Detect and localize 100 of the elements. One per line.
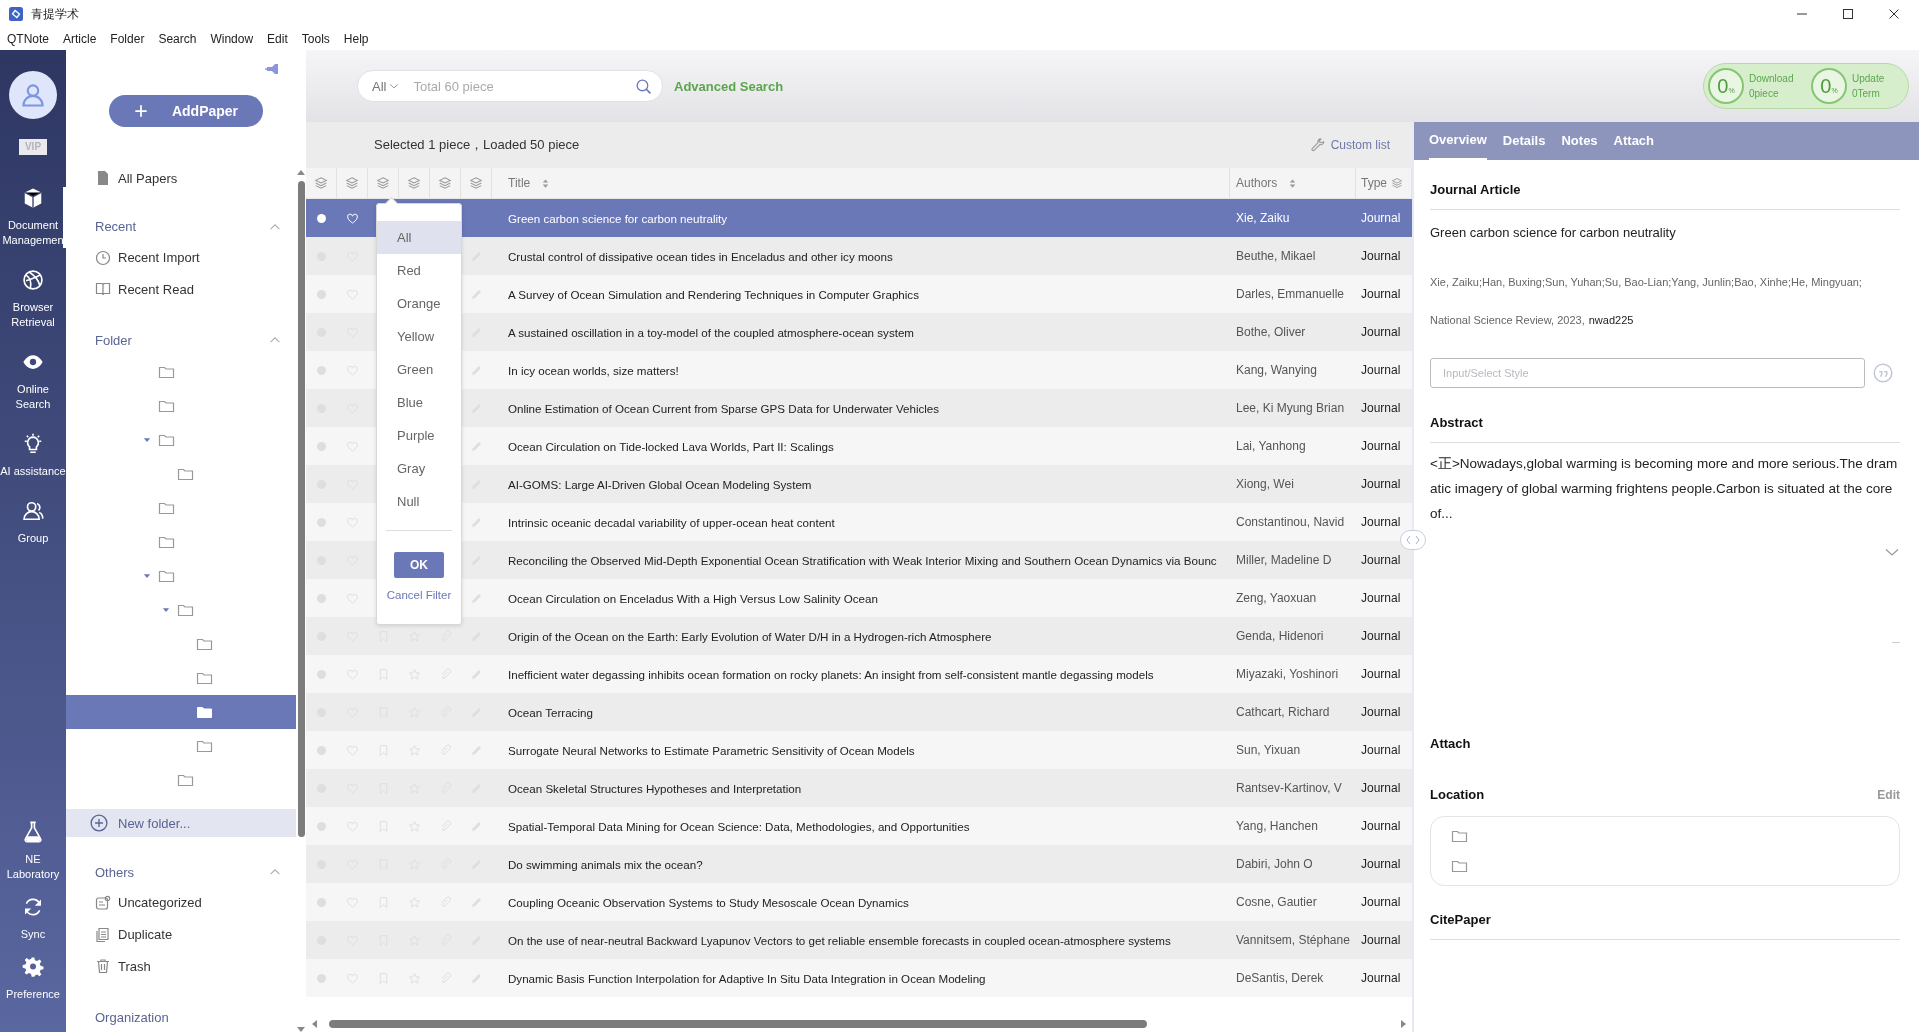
column-header[interactable]: Authors (1230, 168, 1356, 198)
dot-icon[interactable] (315, 895, 328, 909)
folder-icon[interactable] (1451, 828, 1468, 844)
sidebar-item[interactable]: Recent Read (66, 273, 296, 306)
filter-option[interactable]: Blue (377, 386, 461, 419)
pencil-icon[interactable] (470, 439, 483, 453)
menu-item[interactable]: QTNote (7, 32, 49, 46)
nav-item[interactable]: Browser Retrieval (0, 269, 66, 330)
dot-icon[interactable] (315, 743, 328, 757)
cancel-filter-link[interactable]: Cancel Filter (386, 589, 452, 601)
title-cell[interactable]: Ocean Circulation on Enceladus With a High Versus Low Salinity Ocean (492, 579, 1230, 617)
title-cell[interactable]: Ocean Skeletal Structures Hypotheses and Interpretation (492, 769, 1230, 807)
title-cell[interactable]: AI-GOMS: Large AI-Driven Global Ocean Modeling System (492, 465, 1230, 503)
pencil-icon[interactable] (470, 895, 483, 909)
title-cell[interactable]: Do swimming animals mix the ocean? (492, 845, 1230, 883)
nav-item[interactable]: Online Search (0, 351, 66, 412)
title-cell[interactable]: Intrinsic oceanic decadal variability of upper-ocean heat content (492, 503, 1230, 541)
sidebar-item[interactable]: Recent Import (66, 241, 296, 274)
dot-icon[interactable] (315, 971, 328, 985)
menu-item[interactable]: Search (158, 32, 197, 46)
pencil-icon[interactable] (470, 287, 483, 301)
menu-item[interactable]: Window (210, 32, 254, 46)
dot-icon[interactable] (315, 439, 328, 453)
menu-item[interactable]: Folder (110, 32, 145, 46)
title-cell[interactable]: A Survey of Ocean Simulation and Rendering Techniques in Computer Graphics (492, 275, 1230, 313)
filter-dropdown[interactable]: All (372, 78, 400, 94)
filter-option[interactable]: Gray (377, 452, 461, 485)
custom-list-button[interactable]: Custom list (1310, 137, 1390, 153)
new-folder-button[interactable]: New folder... (66, 809, 296, 838)
pencil-icon[interactable] (470, 667, 483, 681)
ok-button[interactable]: OK (394, 552, 444, 578)
scroll-right-arrow[interactable] (1401, 1020, 1406, 1028)
pencil-icon[interactable] (470, 515, 483, 529)
menu-item[interactable]: Edit (267, 32, 288, 46)
title-cell[interactable]: Origin of the Ocean on the Earth: Early Evolution of Water D/H in a Hydrogen-rich Atmosphere (492, 617, 1230, 655)
search-field[interactable]: All Total 60 piece (357, 70, 663, 102)
title-cell[interactable]: Surrogate Neural Networks to Estimate Parametric Sensitivity of Ocean Models (492, 731, 1230, 769)
add-paper-button[interactable]: AddPaper (109, 95, 263, 128)
filter-option[interactable]: Purple (377, 419, 461, 452)
title-cell[interactable]: Spatial-Temporal Data Mining for Ocean Science: Data, Methodologies, and Opportunities (492, 807, 1230, 845)
filter-option[interactable]: Green (377, 353, 461, 386)
pencil-icon[interactable] (470, 743, 483, 757)
section-header[interactable]: Recent (66, 211, 296, 242)
nav-item[interactable]: NE Laboratory (0, 821, 66, 882)
pencil-icon[interactable] (470, 363, 483, 377)
scroll-left-arrow[interactable] (312, 1020, 317, 1028)
quote-icon[interactable] (1873, 363, 1893, 383)
pencil-icon[interactable] (470, 591, 483, 605)
title-cell[interactable]: Crustal control of dissipative ocean tides in Enceladus and other icy moons (492, 237, 1230, 275)
title-cell[interactable]: A sustained oscillation in a toy-model of the coupled atmosphere-ocean system (492, 313, 1230, 351)
style-field[interactable]: Input/Select Style (1430, 358, 1865, 388)
filter-option[interactable]: Null (377, 485, 461, 518)
title-cell[interactable]: Ocean Circulation on Tide-locked Lava Worlds, Part II: Scalings (492, 427, 1230, 465)
filter-option[interactable]: Orange (377, 287, 461, 320)
title-cell[interactable]: Dynamic Basis Function Interpolation for Adaptive In Situ Data Integration in Ocean Modeling (492, 959, 1230, 997)
dot-icon[interactable] (315, 591, 328, 605)
section-header[interactable]: Others (66, 857, 296, 887)
filter-option[interactable]: Yellow (377, 320, 461, 353)
folder-item[interactable] (66, 695, 296, 730)
nav-item[interactable]: Sync (0, 896, 66, 942)
section-header[interactable]: Organization (66, 1002, 296, 1032)
title-cell[interactable]: Reconciling the Observed Mid-Depth Exponential Ocean Stratification with Weak Interior Mixing and Southern Ocean Dynamics via Bounc (492, 541, 1230, 579)
title-cell[interactable]: Inefficient water degassing inhibits ocean formation on rocky planets: An insight from self-consistent mantle degassing models (492, 655, 1230, 693)
pencil-icon[interactable] (470, 819, 483, 833)
author-cell-text: Zeng, Yaoxuan (1235, 590, 1318, 607)
nav-item[interactable]: Preference (0, 956, 66, 1002)
scrollbar-thumb[interactable] (329, 1020, 1147, 1028)
folder-icon[interactable] (1451, 858, 1468, 874)
title-cell[interactable]: Coupling Oceanic Observation Systems to Study Mesoscale Ocean Dynamics (492, 883, 1230, 921)
nav-item[interactable]: AI assistance (0, 433, 66, 479)
dot-icon[interactable] (315, 667, 328, 681)
column-header[interactable]: Title (492, 168, 1230, 198)
search-icon[interactable] (635, 77, 652, 95)
heart-icon[interactable] (346, 211, 359, 225)
avatar[interactable] (9, 71, 57, 119)
menu-item[interactable]: Article (63, 32, 97, 46)
title-cell[interactable]: On the use of near-neutral Backward Lyapunov Vectors to get reliable ensemble forecasts in coupled ocean-atmosphere systems (492, 921, 1230, 959)
title-cell[interactable]: Online Estimation of Ocean Current from Sparse GPS Data for Underwater Vehicles (492, 389, 1230, 427)
nav-item[interactable]: Group (0, 500, 66, 546)
section-header[interactable]: Folder (66, 325, 296, 356)
scrollbar-thumb[interactable] (297, 181, 305, 837)
dot-icon[interactable] (315, 363, 328, 377)
dot-icon[interactable] (315, 515, 328, 529)
dot-icon[interactable] (315, 287, 328, 301)
dot-icon[interactable] (315, 211, 328, 225)
menu-item[interactable]: Help (343, 32, 369, 46)
sidebar-item[interactable]: Uncategorized (66, 886, 296, 919)
filter-option[interactable]: All (377, 221, 461, 254)
title-cell[interactable]: Ocean Terracing (492, 693, 1230, 731)
filter-option[interactable]: Red (377, 254, 461, 287)
collapse-toggle-icon[interactable] (1400, 530, 1426, 550)
title-cell[interactable]: Green carbon science for carbon neutrality (492, 199, 1230, 237)
maximize-icon[interactable] (1840, 6, 1856, 22)
sidebar-item[interactable]: Trash (66, 950, 296, 983)
title-cell[interactable]: In icy ocean worlds, size matters! (492, 351, 1230, 389)
dot-icon[interactable] (315, 819, 328, 833)
sidebar-item[interactable]: Duplicate (66, 918, 296, 951)
pencil-icon[interactable] (470, 971, 483, 985)
sidebar-item[interactable]: All Papers (66, 162, 296, 194)
menu-item[interactable]: Tools (301, 32, 330, 46)
